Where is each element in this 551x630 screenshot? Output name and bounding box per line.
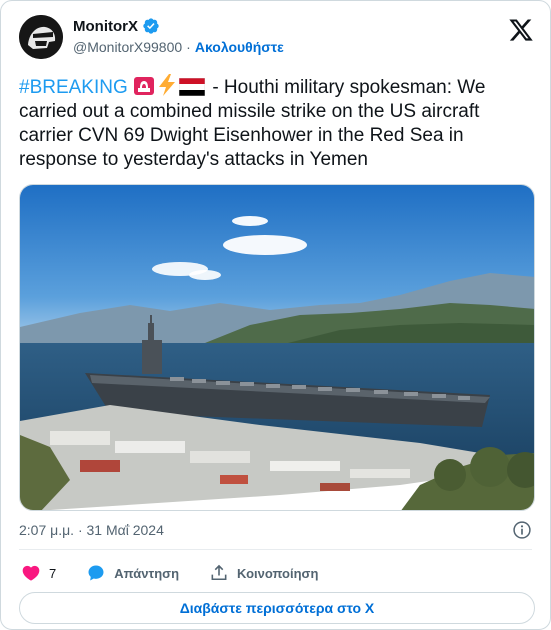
speech-bubble-icon xyxy=(88,565,104,581)
reply-label: Απάντηση xyxy=(114,565,180,581)
rotating-light-icon xyxy=(134,77,155,95)
action-bar: 7 Απάντηση Κοινοποίηση xyxy=(21,562,348,584)
aircraft-carrier-photo xyxy=(20,185,534,510)
lightning-icon xyxy=(159,74,176,96)
tweet-image[interactable] xyxy=(19,184,535,511)
read-more-button[interactable]: Διαβάστε περισσότερα στο X xyxy=(19,592,535,624)
share-icon xyxy=(211,564,227,581)
tweet-header: MonitorX @MonitorX99800 · Ακολουθήστε xyxy=(19,15,534,59)
reply-button[interactable]: Απάντηση xyxy=(86,563,179,583)
verified-badge-icon xyxy=(143,18,159,34)
heart-icon xyxy=(22,565,40,581)
x-logo-icon[interactable] xyxy=(508,17,534,43)
like-button[interactable]: 7 xyxy=(21,563,56,583)
separator: · xyxy=(186,39,191,55)
hashtag-link[interactable]: #BREAKING xyxy=(19,77,128,98)
handle[interactable]: @MonitorX99800 xyxy=(73,39,182,55)
share-button[interactable]: Κοινοποίηση xyxy=(209,563,318,583)
follow-button[interactable]: Ακολουθήστε xyxy=(195,39,284,55)
divider xyxy=(19,549,532,550)
info-icon[interactable] xyxy=(512,520,532,540)
yemen-flag-icon xyxy=(179,78,206,96)
like-count: 7 xyxy=(49,565,57,581)
author-info: MonitorX @MonitorX99800 · Ακολουθήστε xyxy=(73,17,284,56)
tweet-timestamp[interactable]: 2:07 μ.μ. · 31 Μαΐ 2024 xyxy=(19,522,164,538)
display-name[interactable]: MonitorX xyxy=(73,18,138,35)
share-label: Κοινοποίηση xyxy=(237,565,319,581)
tweet-card: MonitorX @MonitorX99800 · Ακολουθήστε #B… xyxy=(0,0,551,630)
tweet-text: #BREAKING - Houthi military spokesman: W… xyxy=(19,74,529,172)
avatar[interactable] xyxy=(19,15,63,59)
